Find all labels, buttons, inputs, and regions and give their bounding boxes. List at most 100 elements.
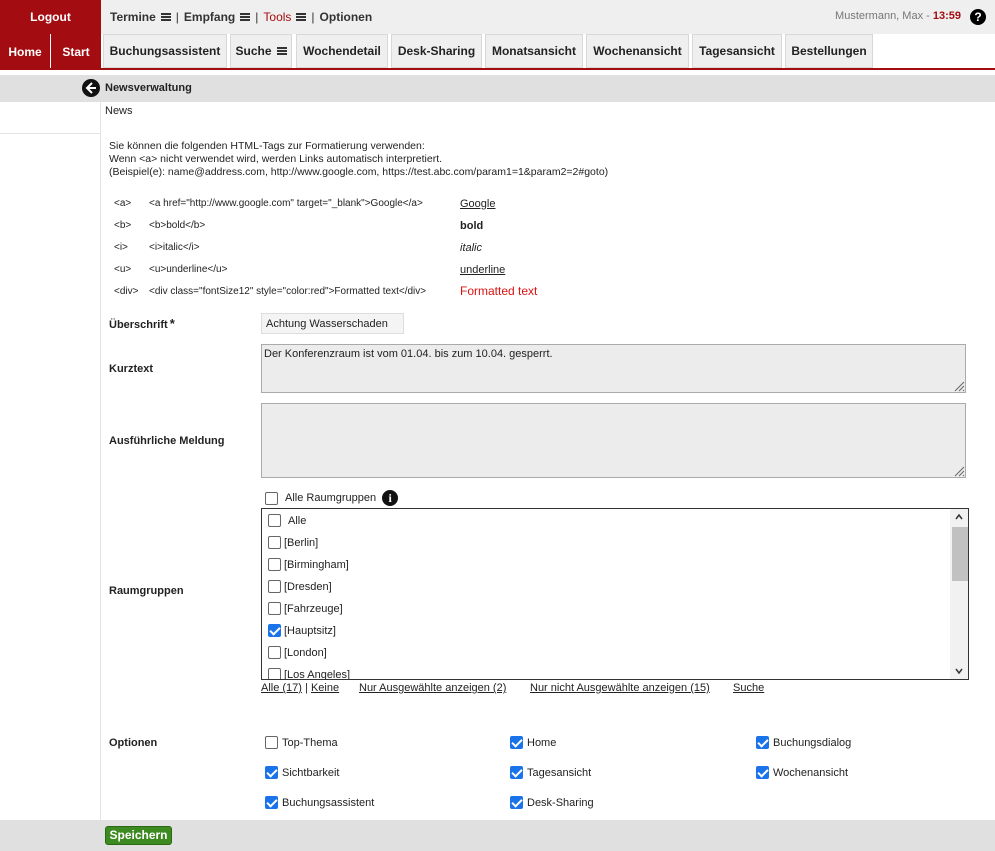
option-desk-sharing[interactable]: Desk-Sharing	[510, 796, 594, 809]
resize-handle-icon[interactable]	[953, 380, 965, 392]
option-label: Buchungsassistent	[282, 796, 375, 809]
option-checkbox[interactable]	[510, 796, 523, 809]
menu-tools[interactable]: Tools	[263, 10, 307, 24]
select-all-link[interactable]: Alle (17)	[261, 682, 302, 694]
option-label: Tagesansicht	[527, 766, 592, 779]
tab-tagesansicht[interactable]: Tagesansicht	[692, 34, 782, 68]
option-sichtbarkeit[interactable]: Sichtbarkeit	[265, 766, 339, 779]
group-label: [Dresden]	[284, 580, 332, 593]
menu-termine[interactable]: Termine	[110, 10, 171, 24]
logout-button[interactable]: Logout	[0, 0, 101, 34]
tag-example: bold	[460, 220, 484, 232]
select-none-link[interactable]: Keine	[311, 682, 339, 694]
short-text-label: Kurztext	[109, 363, 154, 375]
tag-code: <u>underline</u>	[149, 264, 228, 275]
list-item[interactable]: [Los Angeles]	[268, 668, 351, 680]
group-checkbox[interactable]	[268, 536, 281, 549]
group-checkbox[interactable]	[268, 514, 281, 527]
show-selected-link[interactable]: Nur Ausgewählte anzeigen (2)	[359, 682, 506, 694]
tab-monatsansicht[interactable]: Monatsansicht	[485, 34, 583, 68]
short-text-area[interactable]: Der Konferenzraum ist vom 01.04. bis zum…	[261, 344, 966, 393]
tab-label: Wochendetail	[303, 44, 381, 58]
nav-bar: Home Start Buchungsassistent Suche Woche…	[0, 34, 995, 70]
tab-label: Suche	[235, 44, 272, 58]
group-checkbox[interactable]	[268, 624, 281, 637]
group-label: Alle	[288, 514, 307, 527]
option-checkbox[interactable]	[756, 736, 769, 749]
breadcrumb: News	[105, 105, 133, 117]
list-item[interactable]: [Birmingham]	[268, 558, 349, 571]
option-checkbox[interactable]	[510, 766, 523, 779]
tag-name: <a>	[114, 198, 132, 209]
group-label: [London]	[284, 646, 327, 659]
option-label: Top-Thema	[282, 736, 338, 749]
option-tagesansicht[interactable]: Tagesansicht	[510, 766, 591, 779]
option-buchungsdialog[interactable]: Buchungsdialog	[756, 736, 851, 749]
intro-line: (Beispiel(e): name@address.com, http://w…	[109, 166, 609, 178]
search-link[interactable]: Suche	[733, 682, 764, 694]
left-column-row	[0, 102, 100, 134]
nav-home[interactable]: Home	[0, 34, 50, 70]
option-home[interactable]: Home	[510, 736, 556, 749]
group-checkbox[interactable]	[268, 602, 281, 615]
list-item[interactable]: [Dresden]	[268, 580, 332, 593]
clock-time: 13:59	[932, 10, 961, 22]
list-item[interactable]: Alle	[268, 514, 306, 527]
group-checkbox[interactable]	[268, 646, 281, 659]
group-checkbox[interactable]	[268, 558, 281, 571]
tab-label: Bestellungen	[791, 44, 867, 58]
long-text-area[interactable]	[261, 403, 966, 478]
menu-empfang[interactable]: Empfang	[184, 10, 251, 24]
tab-desk-sharing[interactable]: Desk-Sharing	[391, 34, 482, 68]
tab-buchungsassistent[interactable]: Buchungsassistent	[103, 34, 227, 68]
info-icon[interactable]: i	[382, 490, 399, 506]
list-item[interactable]: [London]	[268, 646, 327, 659]
chevron-up-icon[interactable]	[955, 513, 963, 521]
scrollbar[interactable]	[950, 509, 968, 679]
menu-optionen[interactable]: Optionen	[320, 10, 373, 24]
menu-termine-label: Termine	[110, 10, 156, 24]
long-text-wrapper	[261, 403, 966, 478]
option-checkbox[interactable]	[756, 766, 769, 779]
back-arrow-icon[interactable]	[82, 79, 100, 97]
help-icon[interactable]: ?	[970, 9, 986, 25]
tag-example-link[interactable]: Google	[460, 198, 495, 210]
long-text-label: Ausführliche Meldung	[109, 435, 225, 447]
option-checkbox[interactable]	[265, 796, 278, 809]
option-wochenansicht[interactable]: Wochenansicht	[756, 766, 848, 779]
option-checkbox[interactable]	[265, 766, 278, 779]
tab-wochenansicht[interactable]: Wochenansicht	[586, 34, 689, 68]
nav-start[interactable]: Start	[51, 34, 101, 70]
option-checkbox[interactable]	[265, 736, 278, 749]
headline-input[interactable]	[261, 313, 404, 334]
option-top-thema[interactable]: Top-Thema	[265, 736, 338, 749]
scrollbar-thumb[interactable]	[952, 527, 968, 581]
menu-separator: |	[175, 10, 179, 24]
option-buchungsassistent[interactable]: Buchungsassistent	[265, 796, 374, 809]
list-item[interactable]: [Hauptsitz]	[268, 624, 336, 637]
tag-code: <div class="fontSize12" style="color:red…	[149, 286, 427, 297]
group-label: [Los Angeles]	[284, 668, 351, 680]
group-checkbox[interactable]	[268, 668, 281, 679]
menu-icon	[296, 13, 307, 21]
resize-handle-icon[interactable]	[953, 465, 965, 477]
list-item[interactable]: [Fahrzeuge]	[268, 602, 343, 615]
all-groups-toggle: Alle Raumgruppen i	[265, 490, 399, 506]
tag-name: <i>	[114, 242, 128, 253]
tab-suche[interactable]: Suche	[230, 34, 292, 68]
tab-bestellungen[interactable]: Bestellungen	[785, 34, 873, 68]
list-item[interactable]: [Berlin]	[268, 536, 318, 549]
tab-wochendetail[interactable]: Wochendetail	[296, 34, 388, 68]
option-checkbox[interactable]	[510, 736, 523, 749]
tag-example: Formatted text	[460, 284, 538, 298]
tag-name: <div>	[114, 286, 139, 297]
menu-tools-label: Tools	[263, 10, 292, 24]
room-groups-list[interactable]: Alle [Berlin] [Birmingham] [Dresden] [Fa…	[261, 508, 969, 680]
group-checkbox[interactable]	[268, 580, 281, 593]
intro-line: Wenn <a> nicht verwendet wird, werden Li…	[109, 153, 443, 165]
chevron-down-icon[interactable]	[955, 667, 963, 675]
save-button[interactable]: Speichern	[105, 826, 172, 845]
show-unselected-link[interactable]: Nur nicht Ausgewählte anzeigen (15)	[530, 682, 710, 694]
all-groups-checkbox[interactable]	[265, 491, 278, 505]
intro-line: Sie können die folgenden HTML-Tags zur F…	[109, 140, 425, 152]
